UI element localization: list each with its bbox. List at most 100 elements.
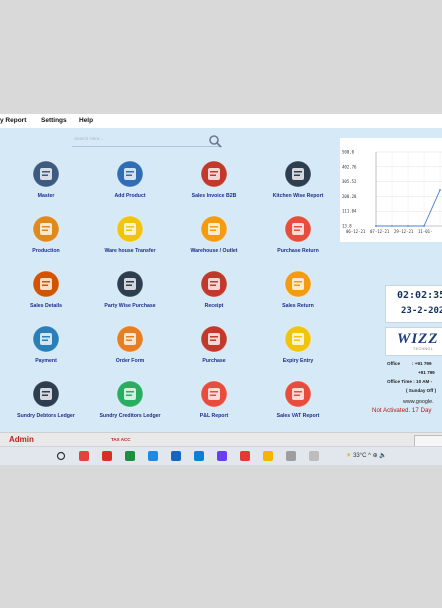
office-phone-2: +91 799 bbox=[418, 370, 435, 375]
status-field bbox=[414, 435, 442, 446]
search-underline bbox=[72, 146, 222, 147]
application-window: y Report Settings Help Search Here... Ma… bbox=[0, 114, 442, 446]
office-label: Office bbox=[387, 361, 401, 366]
tile-production[interactable]: Production bbox=[4, 215, 88, 261]
tile-label: Sales Invoice B2B bbox=[191, 193, 237, 199]
search-box[interactable]: Search Here... bbox=[72, 134, 222, 148]
y-tick-label: 402.76 bbox=[342, 164, 357, 169]
sunday-off: ( Sunday Off ) bbox=[406, 388, 437, 393]
tile-label: Production bbox=[32, 248, 60, 254]
chrome-notify-icon[interactable] bbox=[101, 450, 113, 462]
clock-panel: 02:02:35 23-2-202 bbox=[385, 285, 442, 323]
x-tick-label: 11-01- bbox=[418, 229, 432, 234]
tile-vat-report[interactable]: Sales VAT Report bbox=[256, 380, 340, 426]
tile-purchase-return[interactable]: Purchase Return bbox=[256, 215, 340, 261]
app-icon[interactable] bbox=[285, 450, 297, 462]
tile-master[interactable]: Master bbox=[4, 160, 88, 206]
company-label: TAX ACC bbox=[111, 437, 131, 442]
activation-warning: Not Activated. 17 Day bbox=[372, 407, 432, 414]
clock-time: 02:02:35 bbox=[397, 290, 442, 301]
production-icon bbox=[32, 215, 60, 243]
purchase-return-icon bbox=[284, 215, 312, 243]
tile-sales-return[interactable]: Sales Return bbox=[256, 270, 340, 316]
y-tick-label: 305.52 bbox=[342, 179, 357, 184]
sales-details-icon bbox=[32, 270, 60, 298]
tile-kitchen-report[interactable]: Kitchen Wise Report bbox=[256, 160, 340, 206]
data-point bbox=[439, 189, 441, 191]
tray-icons[interactable]: ^ ⊕ 🔈 bbox=[368, 453, 387, 459]
master-icon bbox=[32, 160, 60, 188]
add-product-icon bbox=[116, 160, 144, 188]
tile-sales-details[interactable]: Sales Details bbox=[4, 270, 88, 316]
weather-icon[interactable]: ☀ bbox=[346, 453, 351, 459]
chrome-icon[interactable] bbox=[78, 450, 90, 462]
tile-warehouse-transfer[interactable]: Ware house Transfer bbox=[88, 215, 172, 261]
tile-label: Ware house Transfer bbox=[104, 248, 156, 254]
menu-help[interactable]: Help bbox=[79, 117, 93, 124]
tile-expiry[interactable]: Expiry Entry bbox=[256, 325, 340, 371]
tile-payment[interactable]: Payment bbox=[4, 325, 88, 371]
search-icon[interactable] bbox=[208, 134, 222, 148]
tile-pl-report[interactable]: P&L Report bbox=[172, 380, 256, 426]
receipt-icon bbox=[200, 270, 228, 298]
logo-text: WIZZ bbox=[397, 331, 439, 347]
website-link[interactable]: www.google. bbox=[403, 399, 434, 405]
menu-report[interactable]: y Report bbox=[0, 117, 26, 124]
tile-label: Sundry Debtors Ledger bbox=[17, 413, 75, 419]
tile-label: Kitchen Wise Report bbox=[272, 193, 324, 199]
menu-settings[interactable]: Settings bbox=[41, 117, 67, 124]
status-bar: Admin TAX ACC bbox=[0, 432, 442, 446]
data-point bbox=[407, 225, 409, 227]
kitchen-report-icon bbox=[284, 160, 312, 188]
edge-icon[interactable] bbox=[147, 450, 159, 462]
tile-label: Expiry Entry bbox=[282, 358, 314, 364]
purchase-icon bbox=[200, 325, 228, 353]
tile-receipt[interactable]: Receipt bbox=[172, 270, 256, 316]
y-tick-label: 500.0 bbox=[342, 150, 355, 155]
weather-temp[interactable]: 33°C bbox=[353, 453, 366, 459]
x-tick-label: 29-12-21 bbox=[394, 229, 414, 234]
search-icon[interactable] bbox=[55, 450, 67, 462]
tile-party-purchase[interactable]: Party Wise Purchase bbox=[88, 270, 172, 316]
office-time: Office Time : 10 AM - bbox=[387, 379, 433, 384]
tile-label: Party Wise Purchase bbox=[104, 303, 156, 309]
tile-creditors-ledger[interactable]: Sundry Creditors Ledger bbox=[88, 380, 172, 426]
excel-icon[interactable] bbox=[124, 450, 136, 462]
tile-sales-invoice[interactable]: Sales Invoice B2B bbox=[172, 160, 256, 206]
order-form-icon bbox=[116, 325, 144, 353]
tile-label: P&L Report bbox=[199, 413, 229, 419]
party-purchase-icon bbox=[116, 270, 144, 298]
vpn-icon[interactable] bbox=[216, 450, 228, 462]
browser-icon[interactable] bbox=[170, 450, 182, 462]
data-point bbox=[375, 225, 377, 227]
tile-label: Sales VAT Report bbox=[276, 413, 320, 419]
y-tick-label: 111.04 bbox=[342, 209, 357, 214]
tile-purchase[interactable]: Purchase bbox=[172, 325, 256, 371]
clock-date: 23-2-202 bbox=[401, 306, 442, 316]
anydesk-icon[interactable] bbox=[239, 450, 251, 462]
pl-report-icon bbox=[200, 380, 228, 408]
tile-debtors-ledger[interactable]: Sundry Debtors Ledger bbox=[4, 380, 88, 426]
app2-icon[interactable] bbox=[308, 450, 320, 462]
tile-add-product[interactable]: Add Product bbox=[88, 160, 172, 206]
sales-return-icon bbox=[284, 270, 312, 298]
mail-icon[interactable] bbox=[193, 450, 205, 462]
tile-label: Add Product bbox=[114, 193, 146, 199]
data-point bbox=[423, 225, 425, 227]
tile-label: Sales Details bbox=[29, 303, 62, 309]
sales-invoice-icon bbox=[200, 160, 228, 188]
expiry-icon bbox=[284, 325, 312, 353]
explorer-icon[interactable] bbox=[262, 450, 274, 462]
tile-label: Payment bbox=[35, 358, 57, 364]
tile-label: Purchase Return bbox=[277, 248, 319, 254]
search-input[interactable]: Search Here... bbox=[74, 136, 103, 141]
data-point bbox=[391, 225, 393, 227]
system-tray: ☀ 33°C ^ ⊕ 🔈 bbox=[346, 452, 387, 459]
tile-warehouse-outlet[interactable]: Warehouse / Outlet bbox=[172, 215, 256, 261]
tile-order-form[interactable]: Order Form bbox=[88, 325, 172, 371]
menu-bar: y Report Settings Help bbox=[0, 114, 442, 128]
sales-chart: 500.0 402.76 305.52 208.28 111.04 13.806-12-2… bbox=[340, 138, 442, 242]
tile-label: Purchase bbox=[202, 358, 226, 364]
office-phone: : +91 799 bbox=[412, 361, 432, 366]
tile-label: Sundry Creditors Ledger bbox=[99, 413, 161, 419]
